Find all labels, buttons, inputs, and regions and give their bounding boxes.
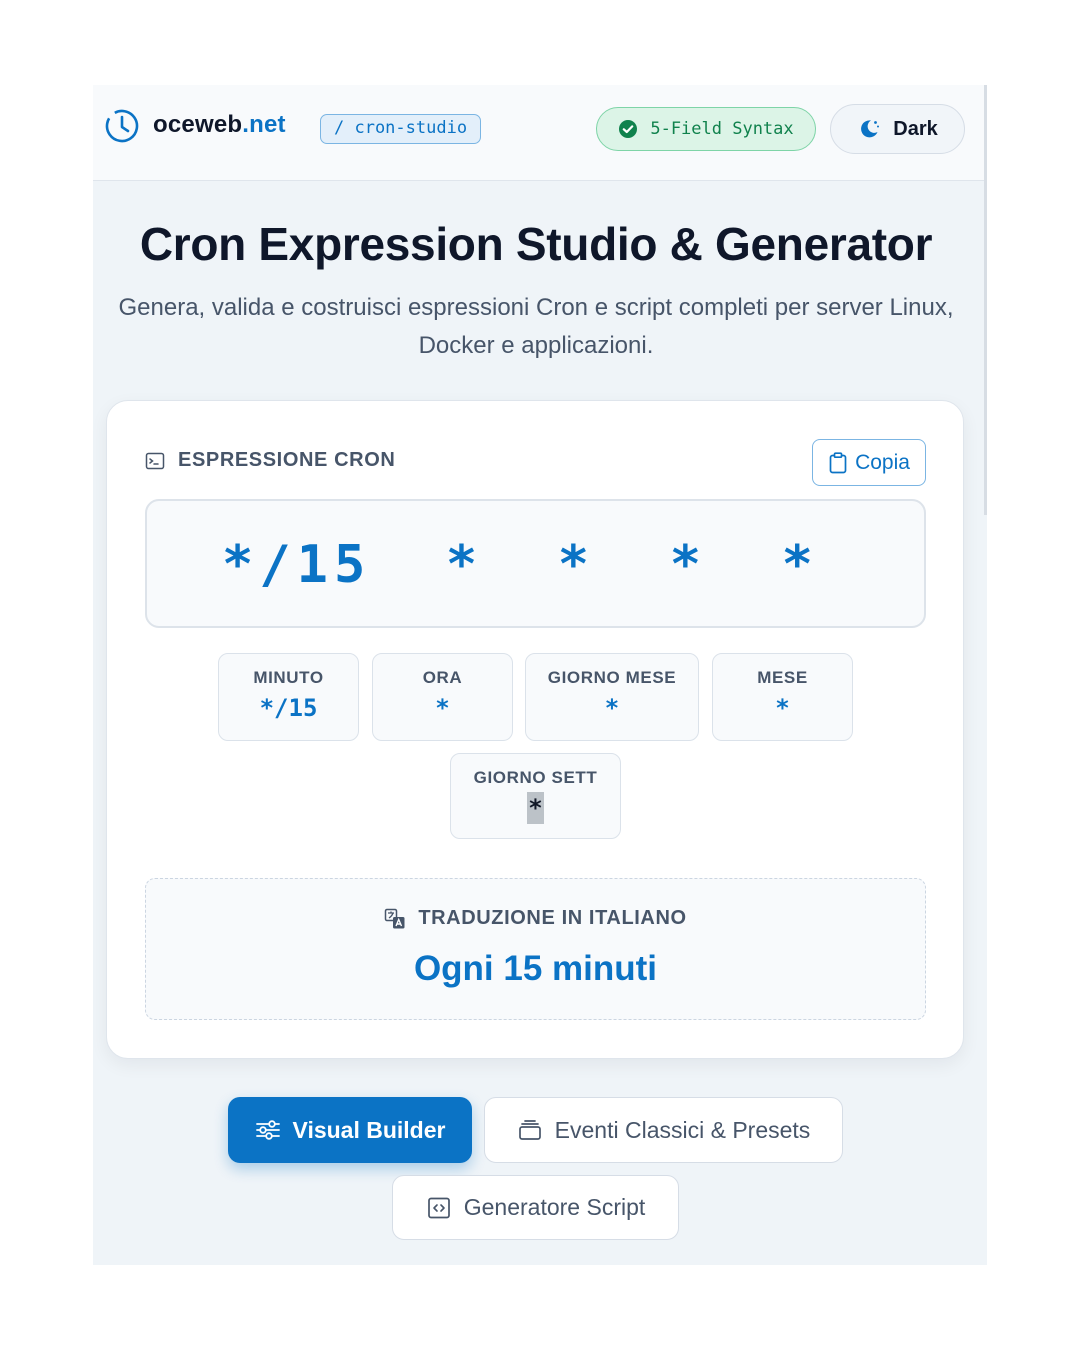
page-title: Cron Expression Studio & Generator xyxy=(139,218,933,270)
scrollbar[interactable] xyxy=(984,85,987,515)
tab-visual-builder[interactable]: Visual Builder xyxy=(228,1097,472,1163)
tab-presets[interactable]: Eventi Classici & Presets xyxy=(484,1097,843,1163)
translation-label-text: TRADUZIONE IN ITALIANO xyxy=(418,907,687,929)
copy-button[interactable]: Copia xyxy=(812,439,926,486)
field-value: * xyxy=(604,694,620,722)
field-day-of-week[interactable]: GIORNO SETT * xyxy=(450,753,621,839)
translation-value: Ogni 15 minuti xyxy=(413,949,658,988)
top-header: oceweb.net / cron-studio 5-Field Syntax … xyxy=(93,85,984,181)
tab-label: Eventi Classici & Presets xyxy=(554,1116,811,1143)
cron-expression-display[interactable]: */15 * * * * xyxy=(145,499,926,628)
section-label-text: ESPRESSIONE CRON xyxy=(178,449,396,471)
copy-button-label: Copia xyxy=(855,450,910,474)
field-value: * xyxy=(451,792,620,824)
tab-label: Generatore Script xyxy=(463,1194,646,1220)
brand-tld: .net xyxy=(242,111,286,138)
theme-toggle-button[interactable]: Dark xyxy=(830,104,965,154)
archive-icon xyxy=(518,1120,541,1140)
path-badge: / cron-studio xyxy=(320,114,482,144)
brand-logo[interactable]: oceweb.net xyxy=(153,111,286,139)
expression-card: ESPRESSIONE CRON Copia */15 * * * * MINU… xyxy=(106,400,964,1059)
field-value: * xyxy=(435,694,450,722)
clipboard-icon xyxy=(829,451,847,473)
translate-icon xyxy=(385,908,405,928)
field-label: MINUTO xyxy=(253,668,324,687)
theme-toggle-label: Dark xyxy=(893,117,938,140)
field-value: * xyxy=(775,694,790,722)
translation-label: TRADUZIONE IN ITALIANO xyxy=(146,907,925,930)
syntax-label: 5-Field Syntax xyxy=(650,119,794,139)
sliders-icon xyxy=(255,1120,280,1140)
field-label: GIORNO MESE xyxy=(547,668,677,687)
terminal-icon xyxy=(145,452,165,469)
page-subtitle: Genera, valida e costruisci espressioni … xyxy=(118,294,954,359)
selected-text: * xyxy=(527,792,544,824)
field-hour[interactable]: ORA * xyxy=(372,653,513,741)
translation-panel: TRADUZIONE IN ITALIANO Ogni 15 minuti xyxy=(145,878,926,1020)
field-label: GIORNO SETT xyxy=(473,768,598,787)
section-label: ESPRESSIONE CRON xyxy=(145,449,395,472)
field-label: MESE xyxy=(757,668,808,687)
clock-icon xyxy=(105,109,139,143)
field-month[interactable]: MESE * xyxy=(712,653,853,741)
app-frame: oceweb.net / cron-studio 5-Field Syntax … xyxy=(93,85,987,1265)
tab-script-generator[interactable]: Generatore Script xyxy=(392,1175,679,1240)
field-minute[interactable]: MINUTO */15 xyxy=(218,653,359,741)
brand-name: oceweb xyxy=(153,111,243,138)
field-label: ORA xyxy=(422,668,463,687)
syntax-badge: 5-Field Syntax xyxy=(596,107,816,151)
code-file-icon xyxy=(427,1197,450,1218)
tab-label: Visual Builder xyxy=(292,1116,446,1143)
check-circle-icon xyxy=(619,120,638,138)
moon-icon xyxy=(861,120,880,138)
cron-expression-text: */15 * * * * xyxy=(222,535,819,595)
field-day-of-month[interactable]: GIORNO MESE * xyxy=(525,653,699,741)
field-value: */15 xyxy=(259,694,318,722)
